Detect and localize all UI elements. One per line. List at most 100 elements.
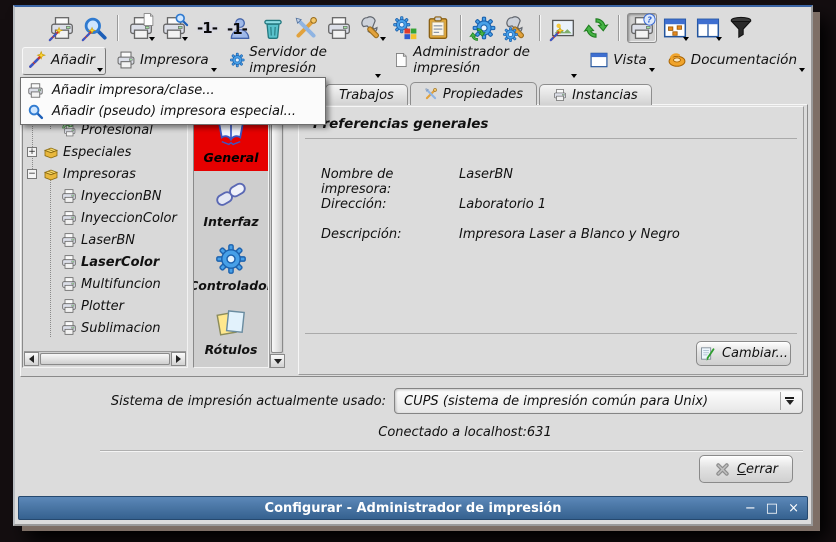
tree-item-laserbn[interactable]: LaserBN — [23, 229, 187, 251]
window-icon — [589, 50, 609, 70]
add-special-printer-icon[interactable] — [80, 13, 110, 43]
menu-anadir[interactable]: Añadir — [22, 47, 106, 75]
system-gears-windows-icon[interactable] — [390, 13, 420, 43]
anadir-dropdown-menu: Añadir impresora/clase... Añadir (pseudo… — [20, 77, 326, 125]
menu-label: Añadir — [51, 52, 95, 68]
tree-item-lasercolor[interactable]: LaserColor — [23, 251, 187, 273]
menu-item-label: Añadir impresora/clase... — [52, 83, 215, 98]
printer-icon — [61, 298, 77, 314]
restart-server-icon[interactable] — [469, 13, 499, 43]
menu-label: Vista — [613, 52, 647, 68]
close-button[interactable]: Cerrar — [699, 455, 793, 483]
user-page-number-icon[interactable]: -1- — [225, 13, 255, 43]
connection-status: Conectado a localhost:631 — [115, 425, 815, 440]
view-columns-menu-icon[interactable] — [693, 13, 723, 43]
menu-documentacion[interactable]: Documentación — [663, 48, 807, 74]
configure-tools-icon[interactable] — [291, 13, 321, 43]
scroll-left-button[interactable] — [24, 352, 39, 366]
propiedades-panel: Profesional + Especiales − Impresoras — [20, 104, 808, 377]
property-value: Laboratorio 1 — [459, 197, 793, 212]
trash-icon[interactable] — [258, 13, 288, 43]
scroll-right-button[interactable] — [171, 352, 186, 366]
add-printer-wizard-icon[interactable] — [47, 13, 77, 43]
scrollbar-thumb[interactable] — [271, 121, 283, 353]
tree-expander-plus[interactable]: + — [27, 147, 37, 157]
section-divider — [305, 333, 797, 334]
scrollbar-thumb[interactable] — [40, 353, 170, 365]
handbook-icon — [667, 50, 687, 70]
tab-propiedades[interactable]: Propiedades — [410, 82, 537, 105]
section-title: Preferencias generales — [313, 116, 488, 132]
general-preferences-pane: Preferencias generales Nombre de impreso… — [298, 106, 804, 375]
side-item-interfaz[interactable]: Interfaz — [194, 171, 268, 235]
print-system-combobox[interactable]: CUPS (sistema de impresión común para Un… — [394, 388, 803, 414]
minimize-button[interactable]: − — [745, 501, 756, 516]
kprinter-wizard-icon[interactable] — [548, 13, 578, 43]
pages-icon — [214, 306, 248, 340]
remove-page-number-icon[interactable]: -1- — [192, 13, 222, 43]
tree-item-multifuncion[interactable]: Multifuncion — [23, 273, 187, 295]
printer-quick-help-icon[interactable] — [627, 13, 657, 43]
window-titlebar[interactable]: Configurar - Administrador de impresión … — [18, 496, 808, 520]
printer-tools-menu-icon[interactable] — [357, 13, 387, 43]
property-row: Dirección: Laboratorio 1 — [321, 197, 793, 212]
menu-administrador-impresion[interactable]: Administrador de impresión — [389, 42, 580, 80]
side-item-rotulos[interactable]: Rótulos — [194, 299, 268, 363]
printer-icon — [61, 254, 77, 270]
menu-impresora[interactable]: Impresora — [112, 48, 219, 74]
printer-icon — [116, 50, 136, 70]
menu-label: Administrador de impresión — [413, 44, 569, 76]
printer-pages-menu-icon[interactable] — [126, 13, 156, 43]
menu-item-add-printer-class[interactable]: Añadir impresora/clase... — [21, 80, 325, 101]
menu-servidor-impresion[interactable]: Servidor de impresión — [225, 42, 383, 80]
tree-expander-minus[interactable]: − — [27, 169, 37, 179]
menu-vista[interactable]: Vista — [585, 48, 657, 74]
tree-item-plotter[interactable]: Plotter — [23, 295, 187, 317]
menu-label: Servidor de impresión — [249, 44, 372, 76]
tabbar: Trabajos Propiedades Instancias — [325, 82, 652, 105]
gear-icon — [229, 50, 246, 70]
section-divider — [305, 138, 797, 139]
printer-icon — [61, 276, 77, 292]
document-icon — [393, 50, 410, 70]
change-button[interactable]: Cambiar... — [696, 341, 791, 366]
maximize-button[interactable]: □ — [766, 501, 778, 516]
gear-icon — [214, 242, 248, 276]
tree-item-impresoras[interactable]: − Impresoras — [23, 163, 187, 185]
connector-icon — [214, 178, 248, 212]
side-item-controlador[interactable]: Controlador — [194, 235, 268, 299]
chevron-down-icon[interactable] — [780, 392, 798, 410]
printer-icon — [61, 320, 77, 336]
print-manager-window: -1- -1- Añadir — [13, 5, 813, 526]
tree-item-inyeccioncolor[interactable]: InyeccionColor — [23, 207, 187, 229]
view-tree-menu-icon[interactable] — [660, 13, 690, 43]
tab-trabajos[interactable]: Trabajos — [325, 84, 408, 105]
close-x-icon — [714, 461, 731, 478]
print-test-page-icon[interactable] — [324, 13, 354, 43]
filter-funnel-icon[interactable] — [726, 13, 756, 43]
tree-item-sublimacion[interactable]: Sublimacion — [23, 317, 187, 339]
settings-icon-list: General Interfaz Controlador Rótulos — [193, 106, 269, 368]
toolbar-separator — [117, 15, 119, 41]
refresh-icon[interactable] — [581, 13, 611, 43]
printer-icon — [27, 82, 44, 99]
tree-horizontal-scrollbar[interactable] — [24, 351, 186, 366]
printer-copies-icon — [553, 88, 567, 102]
close-window-button[interactable]: × — [788, 501, 799, 516]
tree-item-especiales[interactable]: + Especiales — [23, 141, 187, 163]
button-label: Cerrar — [737, 462, 778, 477]
combobox-value: CUPS (sistema de impresión común para Un… — [404, 394, 708, 409]
tree-item-inyeccionbn[interactable]: InyeccionBN — [23, 185, 187, 207]
property-label: Descripción: — [321, 227, 459, 242]
tab-instancias[interactable]: Instancias — [539, 84, 652, 105]
toolbar-separator — [539, 15, 541, 41]
menu-item-add-special-printer[interactable]: Añadir (pseudo) impresora especial... — [21, 101, 325, 122]
button-label: Cambiar... — [722, 346, 788, 361]
view-log-clipboard-icon[interactable] — [423, 13, 453, 43]
printer-tree: Profesional + Especiales − Impresoras — [22, 106, 188, 368]
icon-list-scrollbar[interactable] — [269, 106, 284, 368]
configure-server-icon[interactable] — [502, 13, 532, 43]
scroll-down-button[interactable] — [270, 354, 285, 368]
printer-search-menu-icon[interactable] — [159, 13, 189, 43]
tab-label: Instancias — [572, 88, 638, 103]
